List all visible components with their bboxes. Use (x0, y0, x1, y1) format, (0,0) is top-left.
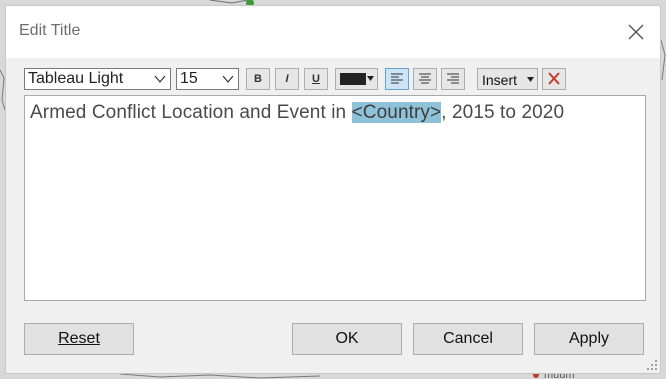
align-left-button[interactable] (385, 68, 409, 90)
insert-button[interactable]: Insert (477, 68, 538, 90)
color-swatch (340, 73, 366, 85)
chevron-down-icon (154, 75, 166, 83)
title-text: Armed Conflict Location and Event in <Co… (30, 102, 564, 124)
font-size-value: 15 (180, 70, 198, 87)
title-bar: Edit Title (6, 6, 660, 58)
align-right-icon (447, 73, 459, 84)
underline-button[interactable]: U (304, 68, 328, 90)
dialog-title: Edit Title (19, 22, 81, 39)
bold-icon: B (254, 73, 262, 85)
chevron-down-icon (222, 75, 234, 83)
ok-label: OK (335, 330, 359, 347)
font-size-select[interactable]: 15 (176, 68, 239, 90)
resize-grip-icon[interactable] (646, 359, 658, 371)
reset-button[interactable]: Reset (24, 323, 134, 355)
italic-button[interactable]: I (275, 68, 299, 90)
title-text-suffix: , 2015 to 2020 (441, 102, 565, 123)
text-color-button[interactable] (335, 68, 378, 90)
align-center-button[interactable] (413, 68, 437, 90)
cancel-label: Cancel (443, 330, 493, 347)
country-field-token[interactable]: <Country> (351, 102, 442, 123)
dropdown-arrow-icon (367, 76, 374, 81)
align-left-icon (391, 73, 403, 84)
insert-label: Insert (482, 72, 518, 88)
align-center-icon (419, 73, 431, 84)
reset-label: Reset (58, 330, 100, 347)
underline-icon: U (312, 73, 320, 85)
bold-button[interactable]: B (246, 68, 270, 90)
cancel-button[interactable]: Cancel (413, 323, 523, 355)
italic-icon: I (285, 73, 289, 85)
font-family-value: Tableau Light (28, 70, 124, 87)
title-text-prefix: Armed Conflict Location and Event in (30, 102, 352, 123)
apply-label: Apply (568, 330, 610, 347)
ok-button[interactable]: OK (292, 323, 402, 355)
title-editor[interactable]: Armed Conflict Location and Event in <Co… (24, 95, 646, 301)
align-right-button[interactable] (441, 68, 465, 90)
font-family-select[interactable]: Tableau Light (24, 68, 171, 90)
edit-title-dialog: Edit Title Tableau Light 15 B I U Insert… (5, 5, 661, 374)
format-toolbar: Tableau Light 15 B I U Insert (24, 68, 644, 92)
apply-button[interactable]: Apply (534, 323, 644, 355)
dropdown-arrow-icon (527, 77, 534, 82)
close-icon[interactable] (626, 22, 646, 42)
clear-formatting-button[interactable] (542, 68, 566, 90)
red-x-icon (548, 72, 560, 85)
